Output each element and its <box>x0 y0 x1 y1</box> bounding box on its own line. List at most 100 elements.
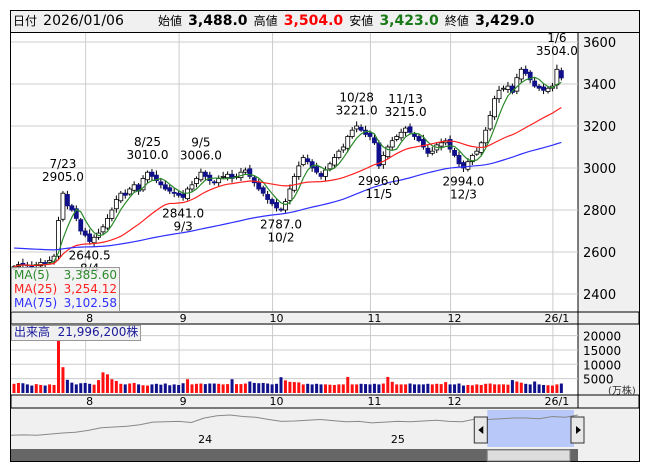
month-label: 12 <box>448 312 462 325</box>
candle-up <box>145 171 150 181</box>
annotation-date: 9/3 <box>173 219 192 233</box>
candle-up <box>496 89 502 100</box>
candle-down <box>278 208 284 211</box>
annotation-value: 2640.5 <box>69 248 111 262</box>
volume-tick-label: 5000 <box>583 373 614 387</box>
month-label: 26/1 <box>545 395 570 408</box>
candle-up <box>100 226 106 233</box>
candle-down <box>158 181 164 186</box>
ma25-name: MA(25) <box>14 282 58 296</box>
candle-down <box>372 137 377 144</box>
volume-bar <box>364 384 368 393</box>
price-tick-label: 2400 <box>583 288 616 303</box>
candle-down <box>256 182 262 190</box>
volume-bar <box>430 384 434 393</box>
volume-bar <box>248 381 252 393</box>
candle-down <box>558 70 564 79</box>
volume-bar <box>533 381 537 393</box>
candle-up <box>300 157 306 166</box>
candle-down <box>269 199 275 205</box>
volume-bar <box>408 383 412 393</box>
candle-up <box>47 259 52 263</box>
volume-bar <box>21 383 25 393</box>
volume-bar <box>150 384 154 393</box>
ma75-name: MA(75) <box>14 296 58 310</box>
volume-bar <box>230 379 234 393</box>
annotation-value: 3504.0 <box>536 44 578 58</box>
volume-bar <box>128 383 132 393</box>
volume-bar <box>137 384 141 393</box>
candle-up <box>465 161 471 170</box>
annotation-value: 3006.0 <box>180 149 222 163</box>
candle-up <box>109 209 115 219</box>
candle-up <box>287 188 293 201</box>
volume-bar <box>390 381 394 393</box>
candle-down <box>367 132 373 137</box>
candle-down <box>78 219 84 232</box>
volume-bar <box>261 382 265 393</box>
volume-bar <box>377 384 381 393</box>
volume-bar <box>34 384 38 393</box>
ma5-legend: MA(5) 3,385.60 <box>12 268 119 282</box>
candle-up <box>354 125 360 130</box>
volume-bar <box>332 384 336 393</box>
month-label: 10 <box>270 395 284 408</box>
volume-bar <box>12 383 16 393</box>
candle-down <box>167 187 173 192</box>
volume-bar <box>510 380 514 393</box>
candle-up <box>545 87 551 92</box>
candle-up <box>127 188 133 195</box>
volume-bar <box>110 379 114 393</box>
volume-bar <box>141 385 145 393</box>
volume-value: 21,996,200株 <box>57 325 139 339</box>
annotation-date: 1/6 <box>547 31 566 45</box>
candle-up <box>403 127 409 133</box>
volume-bar <box>550 385 554 393</box>
navigator-year-label: 24 <box>198 433 212 446</box>
chart-canvas[interactable]: 2400 2600 2800 3000 3200 3400 3600 8 8 9 9 10 10 11 11… <box>0 0 653 470</box>
month-label: 9 <box>180 312 187 325</box>
candle-down <box>82 230 88 236</box>
volume-bar <box>461 385 465 393</box>
scrollbar-thumb[interactable] <box>486 449 571 462</box>
volume-bar <box>417 384 421 393</box>
candle-up <box>487 115 493 130</box>
annotation-date: 10/2 <box>268 231 295 245</box>
volume-bar <box>444 382 448 393</box>
volume-bar <box>395 384 399 393</box>
volume-bar <box>97 380 101 393</box>
volume-bar <box>52 384 56 393</box>
annotation-date: 10/28 <box>339 91 374 105</box>
stock-chart-window: 日付 2026/01/06 始値 3,488.0 高値 3,504.0 安値 3… <box>0 0 653 470</box>
volume-bar <box>252 382 256 393</box>
candle-up <box>345 136 351 149</box>
volume-bar <box>235 384 238 393</box>
volume-bar <box>194 383 198 393</box>
candle-down <box>265 194 271 200</box>
volume-bar <box>154 383 158 393</box>
annotation-value: 2787.0 <box>260 218 302 232</box>
annotation-value: 3215.0 <box>385 105 427 119</box>
candle-down <box>176 192 182 196</box>
volume-bar <box>92 384 96 393</box>
volume-bar <box>306 383 310 393</box>
volume-bar <box>114 380 118 393</box>
volume-label: 出来高 <box>14 325 51 339</box>
ma25-legend: MA(25) 3,254.12 <box>12 282 119 296</box>
volume-bar <box>559 383 563 393</box>
ma25-value: 3,254.12 <box>63 282 117 296</box>
candle-down <box>211 181 217 184</box>
volume-bar <box>315 383 319 393</box>
month-label: 11 <box>367 395 381 408</box>
volume-bar <box>48 384 52 393</box>
volume-legend: 出来高 21,996,200株 <box>11 325 142 341</box>
volume-bar <box>524 383 528 393</box>
volume-bar <box>381 383 385 393</box>
candle-down <box>358 126 364 131</box>
month-label: 9 <box>180 395 187 408</box>
volume-bar <box>163 383 167 393</box>
ma5-value: 3,385.60 <box>63 268 117 282</box>
annotation-value: 2905.0 <box>42 170 84 184</box>
annotation-date: 9/5 <box>191 136 210 150</box>
price-tick-label: 3600 <box>583 36 616 51</box>
